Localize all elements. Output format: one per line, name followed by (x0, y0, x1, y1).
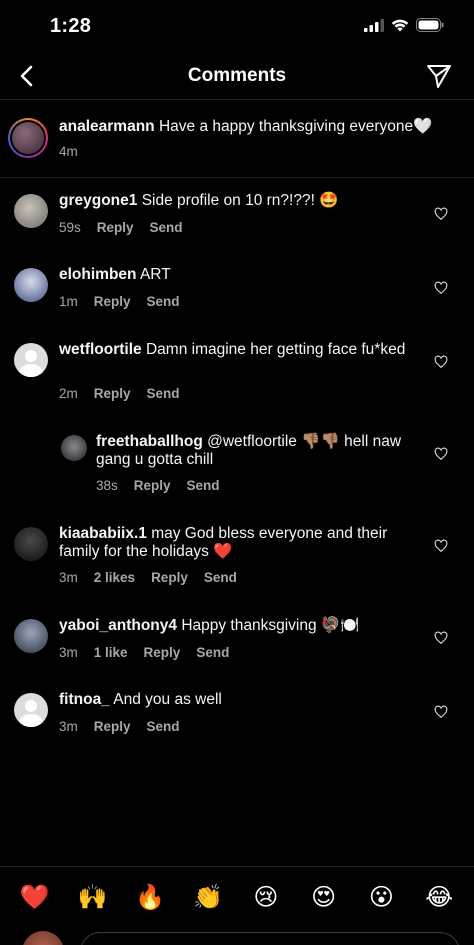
heart-icon[interactable] (434, 281, 448, 295)
battery-icon (416, 18, 444, 32)
reply-button[interactable]: Reply (144, 645, 181, 660)
header: Comments (0, 52, 474, 100)
caption-meta: 4m (59, 144, 78, 159)
avatar[interactable] (14, 619, 48, 653)
caption: analearmann Have a happy thanksgiving ev… (0, 101, 474, 178)
comment-meta: 2m Reply Send (59, 386, 180, 401)
comment-meta: 1m Reply Send (59, 294, 180, 309)
comment-meta: 59s Reply Send (59, 220, 183, 235)
emoji-fire-button[interactable]: 🔥 (130, 883, 170, 912)
avatar[interactable] (14, 693, 48, 727)
comment-time: 3m (59, 719, 78, 734)
send-button[interactable]: Send (150, 220, 183, 235)
heart-icon[interactable] (434, 355, 448, 369)
comment-time: 59s (59, 220, 81, 235)
send-button[interactable]: Send (196, 645, 229, 660)
caption-time: 4m (59, 144, 78, 159)
caption-content: Have a happy thanksgiving everyone🤍 (158, 118, 433, 135)
avatar[interactable] (14, 527, 48, 561)
reply-button[interactable]: Reply (97, 220, 134, 235)
wifi-icon (391, 19, 409, 31)
comment-text: yaboi_anthony4 Happy thanksgiving 🦃🍽️ (59, 617, 430, 635)
comment-username[interactable]: greygone1 (59, 192, 137, 209)
likes-count[interactable]: 2 likes (94, 570, 135, 585)
avatar[interactable] (14, 268, 48, 302)
comment-content: Happy thanksgiving 🦃🍽️ (181, 617, 360, 634)
status-time: 1:28 (50, 15, 92, 37)
emoji-crying-button[interactable]: 😢 (246, 883, 286, 912)
avatar[interactable] (14, 194, 48, 228)
emoji-wow-button[interactable]: 😮 (361, 883, 401, 912)
comment-username[interactable]: freethaballhog (96, 433, 203, 450)
paper-plane-icon (427, 65, 451, 88)
status-bar: 1:28 (0, 0, 474, 52)
heart-icon[interactable] (434, 207, 448, 221)
reply-button[interactable]: Reply (134, 478, 171, 493)
comment-text: elohimben ART (59, 266, 430, 284)
caption-text: analearmann Have a happy thanksgiving ev… (59, 118, 464, 136)
comment-username[interactable]: yaboi_anthony4 (59, 617, 177, 634)
comment-content: Damn imagine her getting face fu*ked (145, 341, 406, 358)
comment-input[interactable] (80, 932, 460, 945)
avatar[interactable] (61, 435, 87, 461)
avatar[interactable] (8, 118, 48, 158)
emoji-heart-eyes-button[interactable]: 😍 (304, 883, 344, 912)
comment-username[interactable]: elohimben (59, 266, 137, 283)
comment-time: 38s (96, 478, 118, 493)
emoji-heart-button[interactable]: ❤️ (15, 883, 55, 912)
heart-icon[interactable] (434, 631, 448, 645)
emoji-reaction-bar: ❤️ 🙌 🔥 👏 😢 😍 😮 😂 (0, 866, 474, 928)
comment-content: ART (139, 266, 171, 283)
comment-time: 3m (59, 570, 78, 585)
send-button[interactable]: Send (147, 294, 180, 309)
emoji-clap-button[interactable]: 👏 (188, 883, 228, 912)
comment-time: 2m (59, 386, 78, 401)
likes-count[interactable]: 1 like (94, 645, 128, 660)
heart-icon[interactable] (434, 705, 448, 719)
emoji-laughing-button[interactable]: 😂 (419, 883, 459, 912)
comment-meta: 3m 1 like Reply Send (59, 645, 229, 660)
signal-icon (364, 18, 384, 32)
send-button[interactable]: Send (147, 386, 180, 401)
comment-text: greygone1 Side profile on 10 rn?!??! 🤩 (59, 192, 430, 210)
reply-button[interactable]: Reply (94, 294, 131, 309)
comment-text: kiaababiix.1 may God bless everyone and … (59, 525, 430, 561)
emoji-raised-hands-button[interactable]: 🙌 (73, 883, 113, 912)
comment-time: 3m (59, 645, 78, 660)
comment-username[interactable]: fitnoa_ (59, 691, 110, 708)
comment-text: fitnoa_ And you as well (59, 691, 430, 709)
share-button[interactable] (426, 63, 454, 91)
caption-username[interactable]: analearmann (59, 118, 155, 135)
comment-username[interactable]: wetfloortile (59, 341, 142, 358)
comment-meta: 3m 2 likes Reply Send (59, 570, 237, 585)
current-user-avatar (22, 931, 64, 945)
comment-content: And you as well (113, 691, 222, 708)
reply-button[interactable]: Reply (94, 719, 131, 734)
comment-meta: 38s Reply Send (96, 478, 220, 493)
comment-text: wetfloortile Damn imagine her getting fa… (59, 341, 430, 359)
comment-text: freethaballhog @wetfloortile 👎🏽👎🏽 hell n… (96, 433, 430, 469)
avatar[interactable] (14, 343, 48, 377)
send-button[interactable]: Send (147, 719, 180, 734)
page-title: Comments (187, 65, 287, 86)
comment-time: 1m (59, 294, 78, 309)
status-icons (364, 18, 444, 32)
send-button[interactable]: Send (204, 570, 237, 585)
heart-icon[interactable] (434, 447, 448, 461)
send-button[interactable]: Send (187, 478, 220, 493)
comment-content: Side profile on 10 rn?!??! 🤩 (141, 192, 339, 209)
reply-button[interactable]: Reply (151, 570, 188, 585)
comment-meta: 3m Reply Send (59, 719, 180, 734)
comment-username[interactable]: kiaababiix.1 (59, 525, 147, 542)
heart-icon[interactable] (434, 539, 448, 553)
reply-button[interactable]: Reply (94, 386, 131, 401)
